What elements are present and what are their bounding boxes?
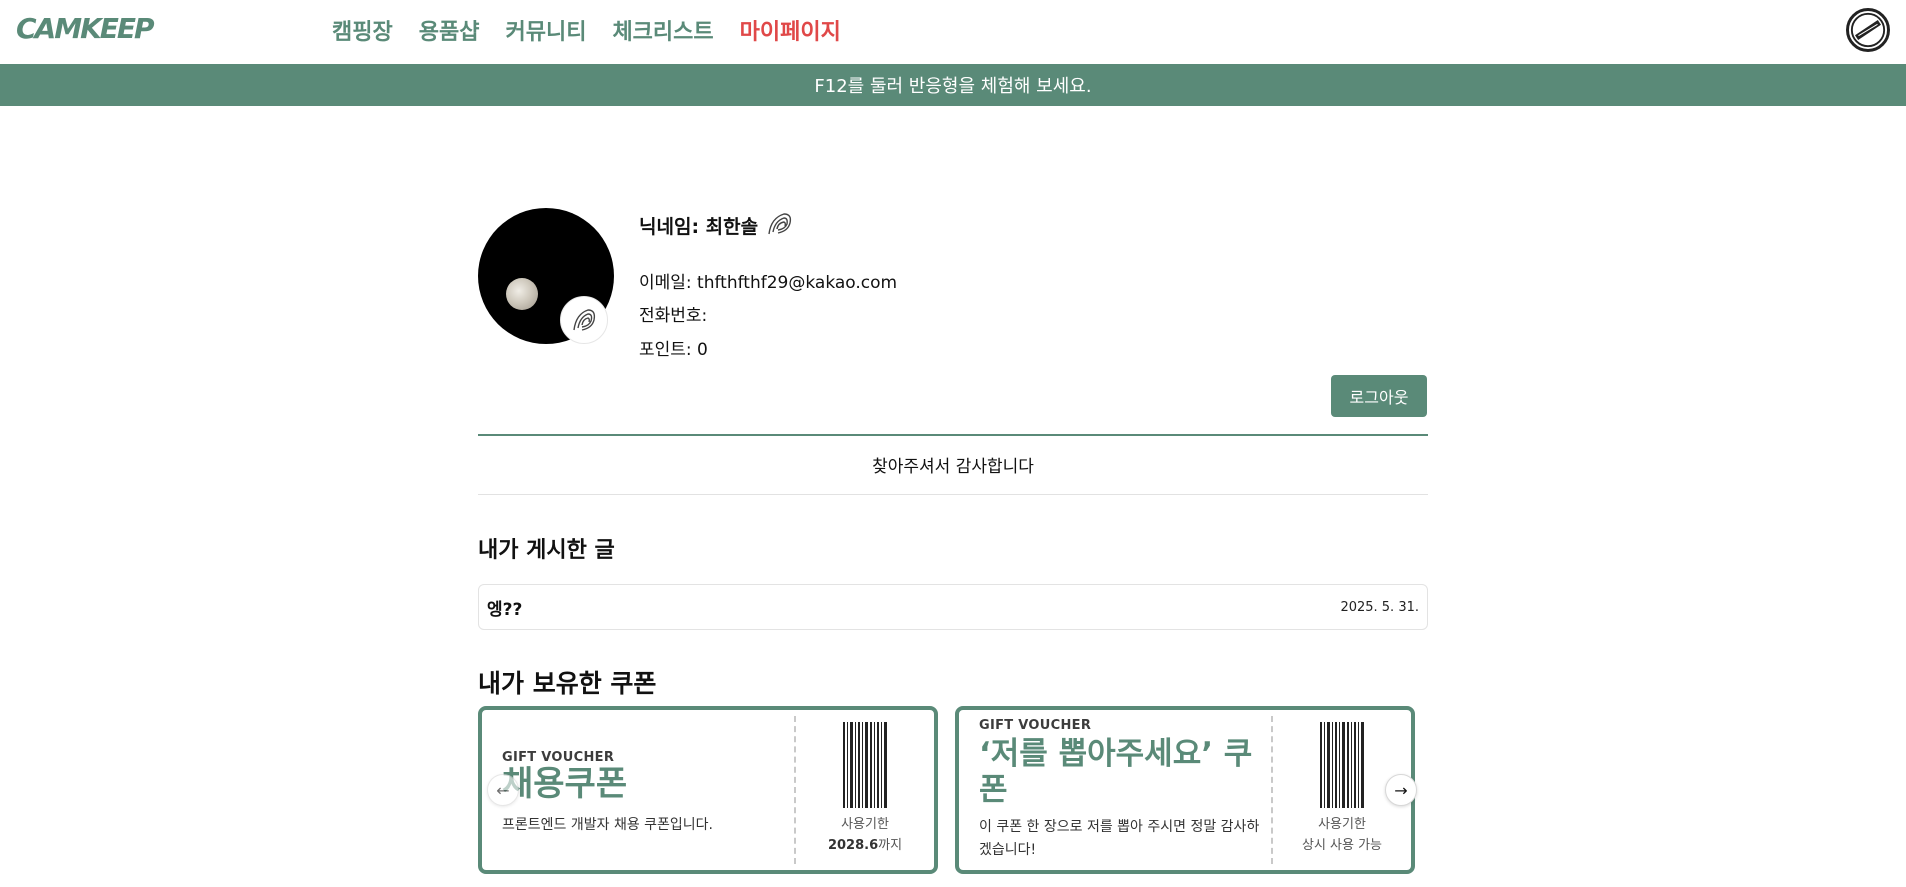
- barcode-icon: [1320, 722, 1364, 808]
- coupon-desc: 프론트엔드 개발자 채용 쿠폰입니다.: [502, 817, 713, 834]
- arrow-right-icon: →: [1394, 780, 1408, 800]
- coupon-expiry-label: 사용기한: [841, 817, 889, 832]
- nav-mypage[interactable]: 마이페이지: [740, 14, 841, 46]
- nickname-row: 닉네임: 최한솔: [639, 210, 796, 241]
- carousel-next-button[interactable]: →: [1385, 774, 1417, 806]
- site-logo[interactable]: CAMKEEP: [16, 12, 155, 45]
- coupon-expiry: 2028.6까지: [828, 834, 902, 853]
- coupon-card[interactable]: GIFT VOUCHER ‘저를 뽑아주세요’ 쿠폰 이 쿠폰 한 장으로 저를…: [955, 706, 1415, 874]
- banner-text: F12를 둘러 반응형을 체험해 보세요.: [814, 76, 1092, 97]
- coupon-stub: 사용기한 2028.6까지: [796, 710, 934, 870]
- carousel-prev-button[interactable]: ←: [487, 774, 519, 806]
- nav-shop[interactable]: 용품샵: [419, 14, 480, 46]
- coupon-tag: GIFT VOUCHER: [502, 750, 615, 765]
- nickname: 닉네임: 최한솔: [639, 216, 759, 238]
- phone: 전화번호:: [639, 306, 708, 326]
- coupon-tag: GIFT VOUCHER: [979, 718, 1092, 733]
- email: 이메일: thfthfthf29@kakao.com: [639, 273, 898, 293]
- post-title: 엥??: [487, 599, 523, 620]
- avatar: [478, 208, 614, 344]
- arrow-left-icon: ←: [496, 780, 510, 800]
- coupon-body: GIFT VOUCHER ‘저를 뽑아주세요’ 쿠폰 이 쿠폰 한 장으로 저를…: [979, 710, 1263, 870]
- divider: [478, 434, 1428, 436]
- coupons-section-title: 내가 보유한 쿠폰: [478, 669, 657, 698]
- divider: [478, 494, 1428, 495]
- newbie-badge-icon[interactable]: [1846, 8, 1890, 52]
- coupon-desc: 이 쿠폰 한 장으로 저를 뽑아 주시면 정말 감사하겠습니다!: [979, 819, 1260, 858]
- logout-button[interactable]: 로그아웃: [1331, 375, 1427, 417]
- info-banner: F12를 둘러 반응형을 체험해 보세요.: [0, 64, 1906, 106]
- coupon-body: GIFT VOUCHER 채용쿠폰 프론트엔드 개발자 채용 쿠폰입니다.: [502, 710, 786, 870]
- thanks-message: 찾아주셔서 감사합니다: [872, 457, 1034, 477]
- posts-section-title: 내가 게시한 글: [478, 538, 615, 563]
- coupon-name: ‘저를 뽑아주세요’ 쿠폰: [979, 736, 1253, 808]
- coupon-card[interactable]: GIFT VOUCHER 채용쿠폰 프론트엔드 개발자 채용 쿠폰입니다. 사용…: [478, 706, 938, 874]
- main-nav: 캠핑장 용품샵 커뮤니티 체크리스트 마이페이지: [332, 14, 841, 46]
- post-date: 2025. 5. 31.: [1340, 599, 1419, 615]
- nav-community[interactable]: 커뮤니티: [505, 14, 586, 46]
- coupon-expiry: 상시 사용 가능: [1301, 837, 1383, 853]
- coupon-expiry-date: 2028.6: [827, 837, 879, 853]
- nav-camping[interactable]: 캠핑장: [332, 14, 393, 46]
- post-item[interactable]: 엥?? 2025. 5. 31.: [478, 584, 1428, 630]
- coupon-expiry-label: 사용기한: [1318, 817, 1366, 832]
- barcode-icon: [843, 722, 887, 808]
- nav-checklist[interactable]: 체크리스트: [612, 14, 713, 46]
- site-header: CAMKEEP 캠핑장 용품샵 커뮤니티 체크리스트 마이페이지: [0, 0, 1906, 64]
- coupon-name: 채용쿠폰: [502, 764, 628, 804]
- fingerprint-badge-icon: [560, 296, 608, 344]
- fingerprint-icon: [766, 210, 796, 241]
- profile-info: 닉네임: 최한솔 이메일: thfthfthf29@kakao.com 전화번호…: [639, 208, 897, 360]
- moon-image: [506, 278, 538, 310]
- coupon-expiry-suffix: 까지: [878, 837, 903, 853]
- points: 포인트: 0: [639, 340, 708, 360]
